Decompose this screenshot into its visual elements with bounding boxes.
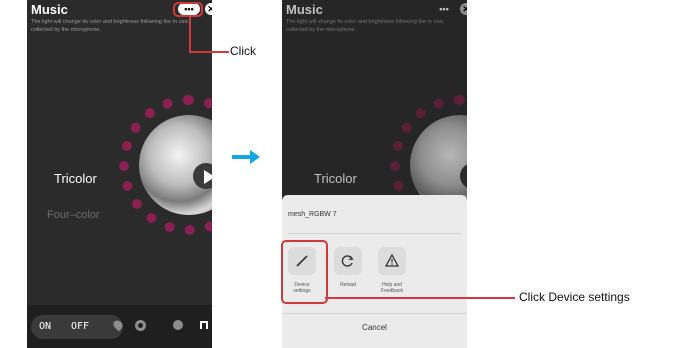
reload-label: Reload [340,282,356,288]
on-button[interactable]: ON [39,321,51,332]
help-feedback-label: Help and Feedback [381,282,403,294]
color-icon[interactable] [135,320,146,331]
divider [288,233,461,234]
palette-icon[interactable] [173,320,183,330]
help-feedback-tile[interactable] [378,247,406,275]
more-button-highlight [173,2,203,17]
divider [282,313,467,314]
click-device-settings-callout: Click Device settings [519,290,630,304]
power-toggle[interactable]: ON OFF [31,315,123,339]
arrow-right-icon [232,150,260,164]
warning-icon [384,253,400,267]
page-title: Music [31,2,68,17]
cancel-button[interactable]: Cancel [282,323,467,332]
device-name: mesh_RGBW 7 [288,211,337,218]
callout-line [189,15,191,52]
reload-icon [341,255,354,267]
device-settings-highlight [281,240,328,304]
music-screen-before: Music ••• ✕ The light will change its co… [27,0,212,348]
play-button[interactable] [193,163,212,189]
modal-overlay [282,0,467,195]
description-text: The light will change its color and brig… [31,19,189,33]
bottom-toolbar: ON OFF [27,305,212,348]
mode-tricolor[interactable]: Tricolor [54,171,97,186]
click-callout: Click [230,44,256,58]
callout-line [325,297,515,299]
reload-tile[interactable] [334,247,362,275]
music-icon[interactable] [199,320,209,330]
mode-four-color[interactable]: Four–color [47,209,100,221]
off-button[interactable]: OFF [71,321,89,332]
callout-line [189,51,229,53]
close-button[interactable]: ✕ [205,3,212,15]
